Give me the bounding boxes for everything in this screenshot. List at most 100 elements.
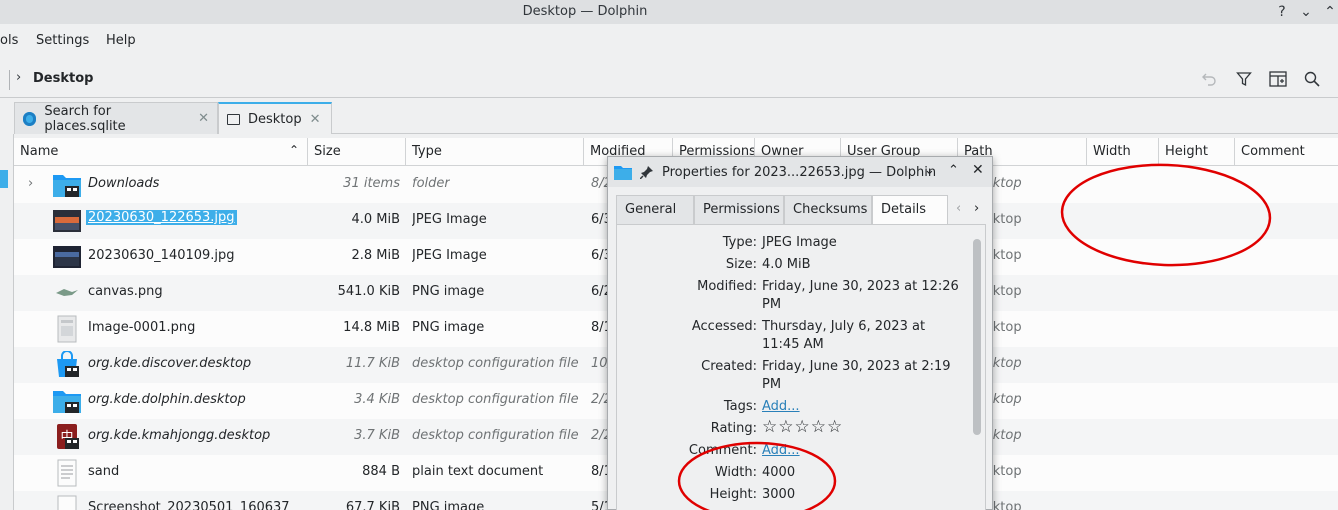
file-size: 3.7 KiB xyxy=(354,428,400,443)
scrollbar[interactable] xyxy=(973,239,981,435)
filter-icon[interactable] xyxy=(1233,68,1255,90)
breadcrumb-back[interactable] xyxy=(0,70,10,90)
prop-label: Created: xyxy=(701,359,757,374)
tab-bar: Search for places.sqlite ✕ Desktop ✕ xyxy=(14,102,1338,134)
prop-width: 4000 xyxy=(762,465,796,480)
sort-up-icon: ⌃ xyxy=(288,143,299,157)
prop-label: Accessed: xyxy=(691,319,757,334)
window-title: Desktop — Dolphin xyxy=(522,4,648,19)
dialog-tabs: General Permissions Checksums Details ‹ … xyxy=(616,195,988,225)
file-type: folder xyxy=(412,176,450,191)
prop-label: Modified: xyxy=(697,279,757,294)
breadcrumb-desktop[interactable]: Desktop xyxy=(33,71,93,86)
prop-label: Rating: xyxy=(710,421,757,436)
search-folder-icon xyxy=(23,111,37,126)
text-file-icon xyxy=(57,459,77,487)
prop-label: Tags: xyxy=(723,399,757,414)
dialog-titlebar: Properties for 2023...22653.jpg — Dolphi… xyxy=(608,157,992,187)
prop-size: 4.0 MiB xyxy=(762,257,811,272)
file-type: PNG image xyxy=(412,500,485,510)
prop-height: 3000 xyxy=(762,487,796,502)
toolbar: › Desktop xyxy=(0,60,1338,98)
search-icon[interactable] xyxy=(1301,68,1323,90)
tab-desktop[interactable]: Desktop ✕ xyxy=(218,102,332,134)
tab-general[interactable]: General xyxy=(616,195,694,225)
maximize-button[interactable]: ⌃ xyxy=(1320,2,1338,22)
undo-icon[interactable] xyxy=(1198,68,1220,90)
file-name: 20230630_140109.jpg xyxy=(88,248,235,263)
discover-app-icon xyxy=(57,351,79,377)
menu-tools[interactable]: ols xyxy=(0,33,18,48)
file-name: Downloads xyxy=(88,176,160,191)
file-name: org.kde.dolphin.desktop xyxy=(88,392,246,407)
tab-checksums[interactable]: Checksums xyxy=(784,195,872,225)
prop-label: Comment: xyxy=(688,443,757,458)
tab-permissions[interactable]: Permissions xyxy=(694,195,784,225)
prop-label: Type: xyxy=(722,235,757,250)
menu-help[interactable]: Help xyxy=(106,33,136,48)
help-button[interactable]: ? xyxy=(1272,2,1292,22)
file-type: JPEG Image xyxy=(412,212,487,227)
prop-modified: Friday, June 30, 2023 at 12:26 PM xyxy=(762,279,959,312)
prop-label: Height: xyxy=(709,487,757,502)
image-thumbnail-icon xyxy=(53,210,81,232)
file-size: 884 B xyxy=(362,464,400,479)
file-name-selected: 20230630_122653.jpg xyxy=(86,210,237,225)
properties-dialog: Properties for 2023...22653.jpg — Dolphi… xyxy=(607,156,993,510)
column-size[interactable]: Size xyxy=(308,138,406,166)
pin-icon[interactable] xyxy=(640,165,654,179)
tab-search-places[interactable]: Search for places.sqlite ✕ xyxy=(14,102,218,134)
details-panel: Type: JPEG Image Size: 4.0 MiB Modified:… xyxy=(616,224,986,510)
file-type: desktop configuration file xyxy=(412,356,579,371)
close-tab-icon[interactable]: ✕ xyxy=(198,111,209,126)
expand-chevron-icon[interactable]: › xyxy=(28,176,33,191)
tab-scroll-left-icon[interactable]: ‹ xyxy=(956,201,961,216)
menu-settings[interactable]: Settings xyxy=(36,33,89,48)
split-view-icon[interactable] xyxy=(1267,68,1289,90)
minimize-button[interactable]: ⌄ xyxy=(1296,2,1316,22)
file-size: 2.8 MiB xyxy=(351,248,400,263)
chevron-up-icon[interactable]: ⌃ xyxy=(948,163,959,178)
column-label: Name xyxy=(20,144,59,159)
file-type: plain text document xyxy=(412,464,544,479)
file-size: 3.4 KiB xyxy=(354,392,400,407)
prop-created: Friday, June 30, 2023 at 2:19 PM xyxy=(762,359,951,392)
column-type[interactable]: Type xyxy=(406,138,584,166)
tab-scroll-right-icon[interactable]: › xyxy=(974,201,979,216)
image-thumbnail-icon xyxy=(57,495,77,510)
file-size: 67.7 KiB xyxy=(345,500,400,510)
prop-type: JPEG Image xyxy=(762,235,837,250)
prop-label: Size: xyxy=(725,257,757,272)
places-selection-marker xyxy=(0,170,8,188)
column-height[interactable]: Height xyxy=(1159,138,1235,166)
column-width[interactable]: Width xyxy=(1087,138,1159,166)
file-name: sand xyxy=(88,464,120,479)
chevron-right-icon: › xyxy=(16,70,22,85)
dialog-title: Properties for 2023...22653.jpg — Dolphi… xyxy=(662,165,937,180)
file-type: PNG image xyxy=(412,284,485,299)
add-tags-link[interactable]: Add... xyxy=(762,398,800,416)
window-titlebar: Desktop — Dolphin ? ⌄ ⌃ xyxy=(0,0,1338,24)
file-name: org.kde.kmahjongg.desktop xyxy=(88,428,271,443)
close-tab-icon[interactable]: ✕ xyxy=(310,112,321,127)
rating-stars[interactable]: ☆☆☆☆☆ xyxy=(762,418,962,436)
file-type: JPEG Image xyxy=(412,248,487,263)
dolphin-app-icon xyxy=(53,391,81,413)
folder-icon xyxy=(53,175,81,197)
desktop-icon xyxy=(227,113,240,125)
close-icon[interactable]: ✕ xyxy=(972,162,984,178)
column-comment[interactable]: Comment xyxy=(1235,138,1338,166)
menu-bar: ols Settings Help xyxy=(0,28,1338,54)
file-size: 11.7 KiB xyxy=(345,356,400,371)
file-size: 31 items xyxy=(343,176,400,191)
file-name: 20230630_122653.jpg xyxy=(86,210,237,225)
folder-icon xyxy=(614,166,632,180)
chevron-down-icon[interactable]: ⌄ xyxy=(924,163,935,178)
add-comment-link[interactable]: Add... xyxy=(762,442,800,460)
file-size: 4.0 MiB xyxy=(351,212,400,227)
tab-details[interactable]: Details xyxy=(872,195,948,225)
file-type: desktop configuration file xyxy=(412,428,579,443)
column-name[interactable]: Name ⌃ xyxy=(14,138,308,166)
file-type: PNG image xyxy=(412,320,485,335)
tab-label: Desktop xyxy=(248,111,302,127)
